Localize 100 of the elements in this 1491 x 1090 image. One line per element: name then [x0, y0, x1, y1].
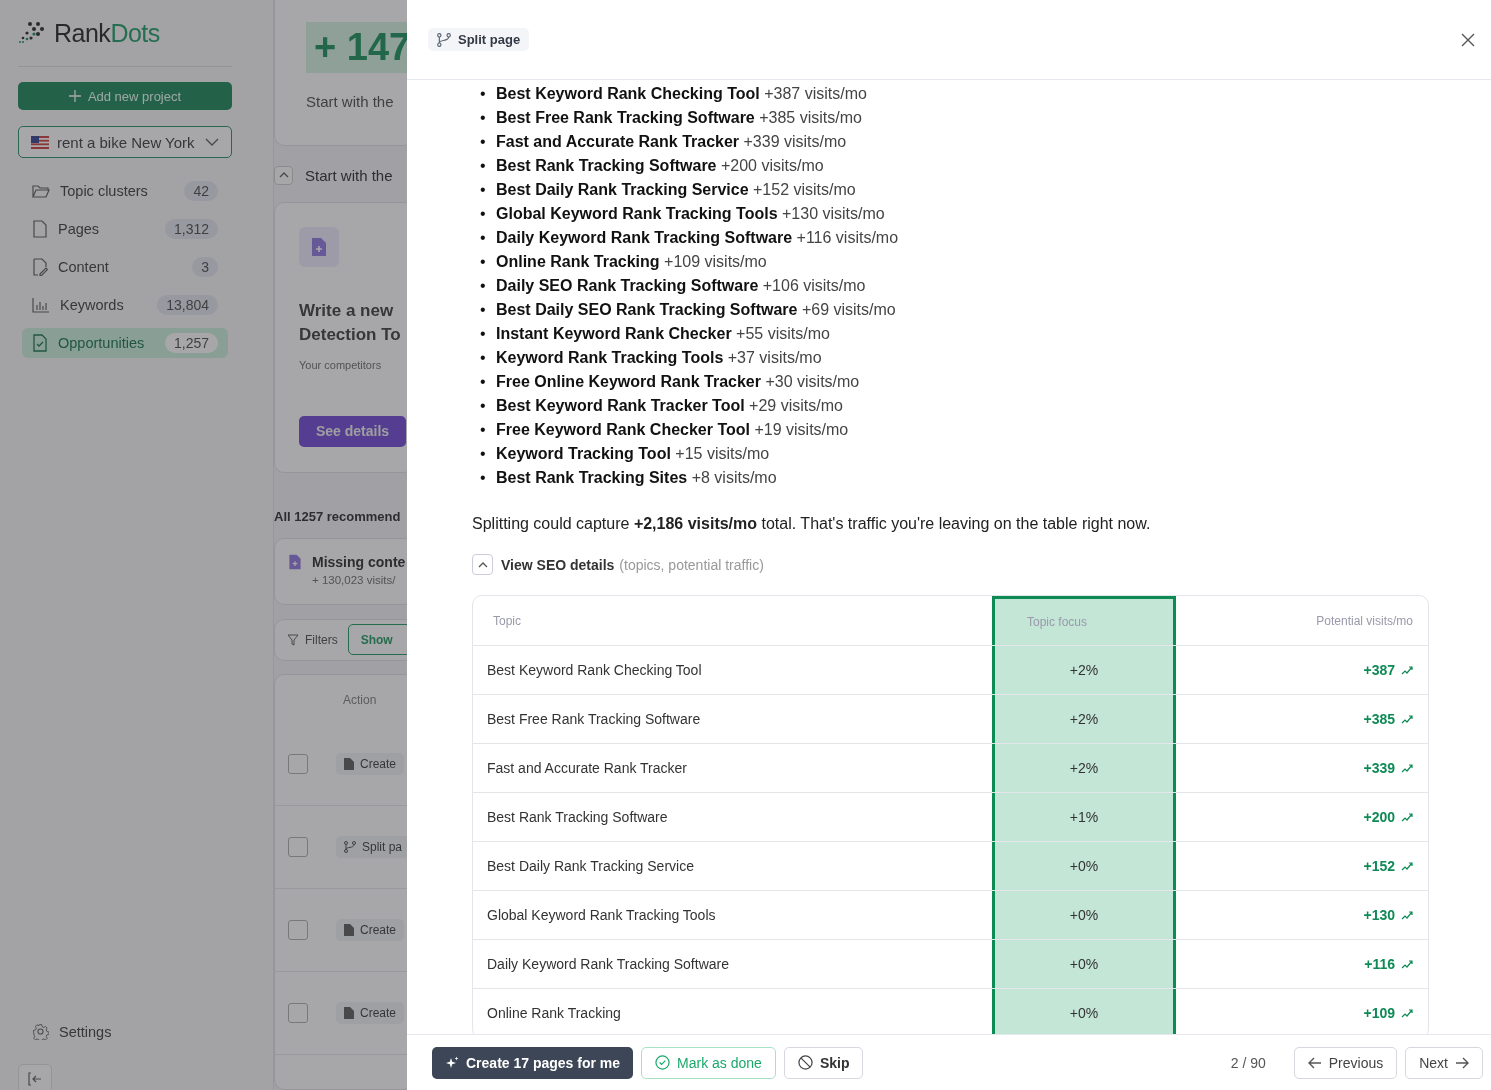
logo-text: RankDots — [54, 18, 160, 48]
table-cell-text: Best Rank Tracking Software — [486, 808, 669, 827]
table-cell: +339 — [1176, 744, 1428, 792]
trend-up-icon — [1401, 665, 1413, 675]
table-cell: +1% — [992, 793, 1176, 841]
details-toggle[interactable] — [472, 554, 493, 575]
nav-item[interactable]: Topic clusters 42 — [22, 176, 228, 206]
keyword-item: Daily SEO Rank Tracking Software +106 visits/mo — [496, 276, 866, 296]
settings-icon — [32, 1023, 49, 1040]
page-icon — [32, 220, 48, 238]
previous-button[interactable]: Previous — [1293, 1046, 1398, 1079]
trend-up-icon — [1401, 861, 1413, 871]
table-cell: +130 — [1176, 891, 1428, 939]
row-checkbox[interactable] — [288, 836, 308, 857]
card-text: Your competitors — [299, 358, 383, 371]
split-icon — [437, 32, 451, 47]
chevron-up-icon — [278, 172, 289, 179]
bullet-mark: • — [480, 348, 487, 368]
collapse-button[interactable] — [18, 1064, 52, 1090]
project-select[interactable]: rent a bike New York — [18, 126, 232, 158]
mark-done-button[interactable]: Mark as done — [641, 1046, 776, 1079]
table-cell-text: Global Keyword Rank Tracking Tools — [486, 906, 717, 925]
bar-chart-icon — [32, 297, 50, 313]
bullet-mark: • — [480, 180, 487, 200]
add-project-button[interactable]: Add new project — [18, 82, 232, 110]
table-cell: +200 — [1176, 793, 1428, 841]
check-circle-icon — [655, 1055, 671, 1070]
keyword-item: Fast and Accurate Rank Tracker +339 visits/mo — [496, 132, 847, 152]
keyword-item: Best Rank Tracking Sites +8 visits/mo — [496, 468, 777, 488]
stat-caption: Start with the — [306, 93, 395, 110]
count-badge: 13,804 — [157, 295, 218, 315]
page-icon — [344, 757, 354, 770]
summary-visits: + 130,023 visits/ — [312, 573, 397, 586]
skip-button[interactable]: Skip — [783, 1046, 864, 1079]
column-header: Potential visits/mo — [1315, 612, 1414, 630]
chevron-down-icon — [205, 138, 219, 146]
table-cell-text: Online Rank Tracking — [486, 1004, 622, 1023]
folder-icon — [32, 183, 50, 199]
count-badge: 3 — [192, 257, 218, 277]
count-badge: 42 — [184, 181, 218, 201]
logo-icon — [18, 21, 46, 45]
recommendations-title: All 1257 recommend — [274, 508, 402, 524]
details-label[interactable]: View SEO details — [501, 556, 615, 573]
keyword-item: Instant Keyword Rank Checker +55 visits/mo — [496, 324, 830, 344]
table-cell-text: Best Daily Rank Tracking Service — [486, 857, 695, 876]
table-cell: +109 — [1176, 989, 1428, 1034]
keyword-item: Best Rank Tracking Software +200 visits/mo — [496, 156, 824, 176]
table-cell: +0% — [992, 989, 1176, 1034]
trend-up-icon — [1401, 812, 1413, 822]
action-chip[interactable]: Create — [336, 918, 405, 941]
table-cell: +0% — [992, 842, 1176, 890]
keyword-item: Best Free Rank Tracking Software +385 visits/mo — [496, 108, 862, 128]
page-icon — [344, 1006, 354, 1019]
bullet-mark: • — [480, 396, 487, 416]
column-header: Topic — [492, 612, 522, 630]
bullet-mark: • — [480, 324, 487, 344]
nav-item[interactable]: Pages 1,312 — [22, 214, 228, 244]
nav-item[interactable]: Content 3 — [22, 252, 228, 282]
section-title: Start with the — [305, 166, 393, 184]
create-pages-button[interactable]: Create 17 pages for me — [432, 1046, 634, 1079]
page-check-icon — [32, 334, 48, 352]
bullet-mark: • — [480, 204, 487, 224]
action-chip[interactable]: Create — [336, 752, 405, 775]
new-page-icon — [288, 553, 302, 570]
bullet-mark: • — [480, 468, 487, 488]
nav-item[interactable]: Opportunities 1,257 — [22, 328, 228, 358]
close-icon[interactable] — [1461, 32, 1475, 47]
next-button[interactable]: Next — [1405, 1046, 1483, 1079]
action-chip[interactable]: Create — [336, 1001, 405, 1024]
page-counter: 2 / 90 — [1230, 1054, 1266, 1071]
keyword-item: Global Keyword Rank Tracking Tools +130 visits/mo — [496, 204, 885, 224]
keyword-item: Online Rank Tracking +109 visits/mo — [496, 252, 767, 272]
bullet-mark: • — [480, 108, 487, 128]
new-page-icon — [311, 236, 327, 257]
row-checkbox[interactable] — [288, 919, 308, 940]
table-cell: +2% — [992, 695, 1176, 743]
row-checkbox[interactable] — [288, 753, 308, 774]
page-edit-icon — [32, 258, 48, 276]
bullet-mark: • — [480, 156, 487, 176]
arrow-left-icon — [1307, 1056, 1322, 1069]
block-icon — [797, 1055, 813, 1070]
keyword-item: Keyword Rank Tracking Tools +37 visits/mo — [496, 348, 822, 368]
table-cell-text: Best Free Rank Tracking Software — [486, 710, 702, 729]
settings-link[interactable]: Settings — [18, 1023, 273, 1040]
plus-icon — [68, 90, 81, 102]
table-cell-text: Best Keyword Rank Checking Tool — [486, 661, 703, 680]
nav-item[interactable]: Keywords 13,804 — [22, 290, 228, 320]
table-cell: +385 — [1176, 695, 1428, 743]
see-details-button[interactable]: See details — [299, 415, 406, 447]
filters-button[interactable]: Filters — [287, 632, 338, 647]
table-cell-text: Daily Keyword Rank Tracking Software — [486, 955, 730, 974]
filter-icon — [287, 633, 299, 646]
keyword-item: Best Daily Rank Tracking Service +152 visits/mo — [496, 180, 856, 200]
trend-up-icon — [1401, 910, 1413, 920]
table-cell: +152 — [1176, 842, 1428, 890]
trend-up-icon — [1401, 763, 1413, 773]
collapse-toggle[interactable] — [274, 165, 293, 185]
bullet-mark: • — [480, 420, 487, 440]
collapse-sidebar-icon — [28, 1071, 42, 1086]
row-checkbox[interactable] — [288, 1002, 308, 1023]
